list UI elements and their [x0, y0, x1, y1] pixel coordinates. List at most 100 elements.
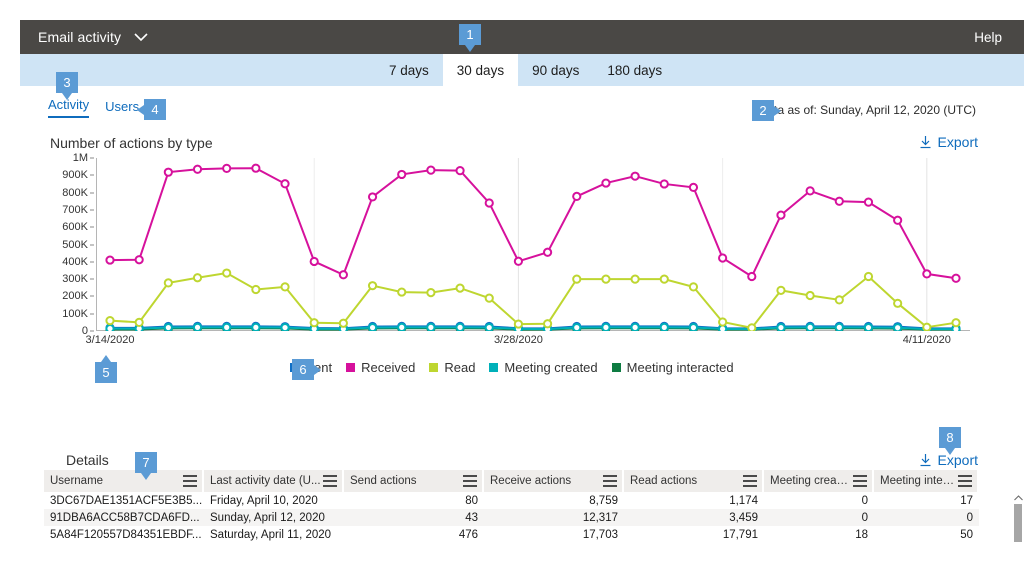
legend-item[interactable]: Read	[429, 360, 475, 375]
legend-label: Meeting interacted	[626, 360, 734, 375]
app-root: Email activity Help 7 days 30 days 90 days…	[0, 0, 1024, 565]
table-row[interactable]: 3DC67DAE1351ACF5E3B5... Friday, April 10,…	[44, 492, 979, 509]
y-axis-tick-mark	[90, 174, 94, 176]
table-cell: 8,759	[589, 494, 618, 507]
table-column-label: Username	[50, 475, 104, 487]
column-menu-icon[interactable]	[463, 475, 477, 487]
chart-data-point	[688, 322, 699, 331]
column-menu-icon[interactable]	[743, 475, 757, 487]
sub-tab-users[interactable]: Users	[105, 99, 139, 118]
table-column-header[interactable]: Last activity date (U...	[204, 470, 344, 492]
chart-data-point	[163, 278, 173, 288]
legend-item[interactable]: Received	[346, 360, 415, 375]
chart-data-point	[105, 255, 115, 265]
callout-marker-4: 4	[137, 99, 166, 120]
chart-data-point	[222, 322, 232, 331]
chart-data-point	[192, 273, 203, 283]
table-column-label: Last activity date (U...	[210, 475, 321, 487]
table-column-header[interactable]: Receive actions	[484, 470, 624, 492]
chart-data-point	[484, 322, 494, 331]
chart-series-line	[109, 272, 957, 329]
chart-data-point	[718, 253, 728, 263]
column-menu-icon[interactable]	[603, 475, 617, 487]
table-column-header[interactable]: Send actions	[344, 470, 484, 492]
chart-data-point	[776, 285, 786, 295]
sub-tab-strip: Activity Users	[48, 97, 139, 118]
legend-item[interactable]: Meeting interacted	[611, 360, 734, 375]
chart-data-point	[455, 283, 465, 293]
scroll-up-arrow-icon[interactable]	[1012, 492, 1024, 503]
callout-marker-1: 1	[459, 24, 481, 52]
chart-data-point	[688, 282, 699, 292]
chart-data-point	[397, 322, 407, 331]
chart-data-point	[484, 198, 494, 208]
chart-data-point	[688, 182, 699, 193]
y-axis-tick-label: 1M	[72, 152, 88, 164]
period-tab-90-days[interactable]: 90 days	[518, 54, 593, 86]
chart-data-point	[251, 322, 261, 331]
table-column-label: Meeting interacted ...	[880, 475, 956, 487]
chart-data-point	[338, 270, 348, 280]
callout-marker-5: 5	[95, 355, 117, 383]
table-column-label: Send actions	[350, 475, 417, 487]
chart-data-point	[572, 191, 582, 202]
chart-data-point	[601, 322, 611, 331]
chart-data-point	[397, 169, 407, 180]
chart-data-point	[747, 271, 757, 282]
callout-marker-3: 3	[56, 72, 78, 100]
chart-data-point	[251, 284, 261, 295]
chart-data-point	[834, 322, 844, 331]
chart-data-point	[397, 287, 407, 297]
table-row[interactable]: 91DBA6ACC58B7CDA6FD... Sunday, April 12, …	[44, 509, 979, 526]
y-axis-tick-mark	[90, 295, 94, 297]
chevron-down-icon[interactable]	[133, 29, 149, 45]
table-column-header[interactable]: Username	[44, 470, 204, 492]
data-as-of-text: Data as of: Sunday, April 12, 2020 (UTC)	[758, 103, 976, 117]
actions-by-type-line-chart: 1M 900K 800K 700K 600K 500K 400K 300K 200K 100K 0 …	[50, 152, 970, 354]
chart-data-point	[951, 318, 961, 328]
table-column-header[interactable]: Meeting created act...	[764, 470, 874, 492]
table-cell: 80	[465, 494, 478, 507]
scrollbar-thumb[interactable]	[1014, 504, 1022, 542]
y-axis-tick-label: 300K	[62, 273, 88, 286]
x-axis-tick-label: 3/14/2020	[85, 334, 135, 346]
sub-tab-activity[interactable]: Activity	[48, 97, 90, 118]
chart-data-point	[776, 322, 786, 331]
help-link[interactable]: Help	[974, 30, 1002, 45]
table-row[interactable]: 5A84F120557D84351EBDF... Saturday, April …	[44, 526, 979, 543]
period-tab-7-days[interactable]: 7 days	[375, 54, 443, 86]
legend-item[interactable]: Meeting created	[489, 360, 598, 375]
table-export-label: Export	[937, 452, 978, 468]
chart-data-point	[922, 269, 932, 279]
table-column-label: Read actions	[630, 475, 698, 487]
period-tab-30-days[interactable]: 30 days	[442, 54, 519, 86]
table-scrollbar[interactable]	[1012, 470, 1024, 544]
chart-export-label: Export	[937, 134, 978, 150]
period-tab-180-days[interactable]: 180 days	[593, 54, 676, 86]
chart-data-point	[309, 256, 319, 267]
table-cell: 5A84F120557D84351EBDF...	[50, 528, 202, 541]
chart-data-point	[776, 210, 786, 220]
y-axis-tick-mark	[90, 261, 94, 263]
column-menu-icon[interactable]	[183, 475, 197, 487]
column-menu-icon[interactable]	[958, 475, 972, 487]
column-menu-icon[interactable]	[323, 475, 337, 487]
table-cell: 17,703	[582, 528, 618, 541]
legend-swatch-icon	[489, 363, 499, 372]
column-menu-icon[interactable]	[853, 475, 867, 487]
legend-label: Received	[361, 360, 416, 375]
y-axis-tick-label: 500K	[62, 238, 88, 251]
chart-data-point	[630, 322, 640, 331]
callout-marker-6: 6	[292, 359, 321, 380]
chart-data-point	[863, 322, 874, 331]
y-axis: 1M 900K 800K 700K 600K 500K 400K 300K 200K 100K 0	[50, 152, 94, 337]
chart-data-point	[367, 192, 378, 202]
table-cell: 0	[861, 511, 868, 524]
chart-data-point	[893, 215, 903, 225]
table-column-header[interactable]: Meeting interacted ...	[874, 470, 979, 492]
table-column-header[interactable]: Read actions	[624, 470, 764, 492]
table-cell: 17,791	[722, 528, 758, 541]
table-cell: 43	[465, 511, 478, 524]
chart-data-point	[863, 197, 874, 207]
chart-export-button[interactable]: Export	[919, 134, 978, 150]
